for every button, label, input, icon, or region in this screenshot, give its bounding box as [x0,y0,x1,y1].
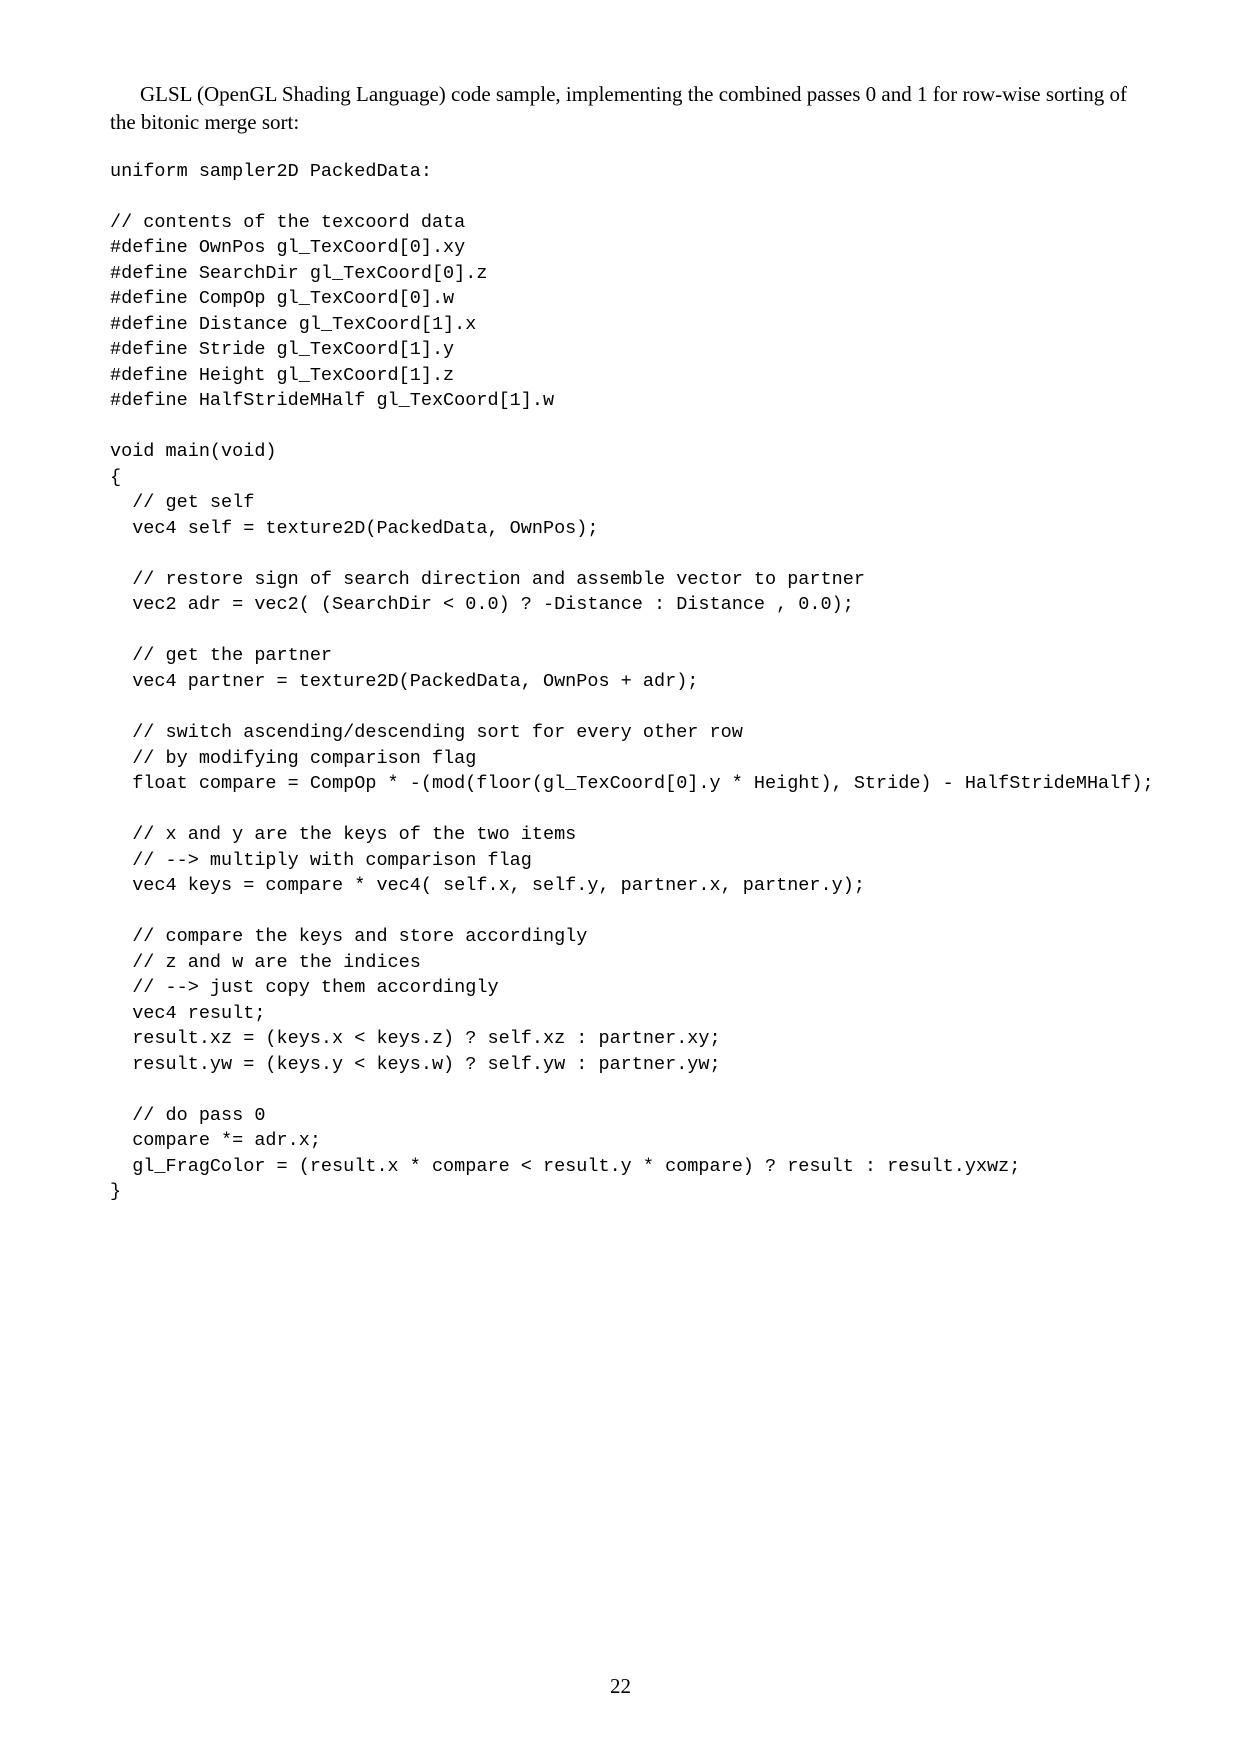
code-listing: uniform sampler2D PackedData: // content… [110,159,1131,1205]
intro-paragraph: GLSL (OpenGL Shading Language) code samp… [110,80,1131,137]
page-container: GLSL (OpenGL Shading Language) code samp… [0,0,1241,1754]
page-number: 22 [0,1674,1241,1699]
